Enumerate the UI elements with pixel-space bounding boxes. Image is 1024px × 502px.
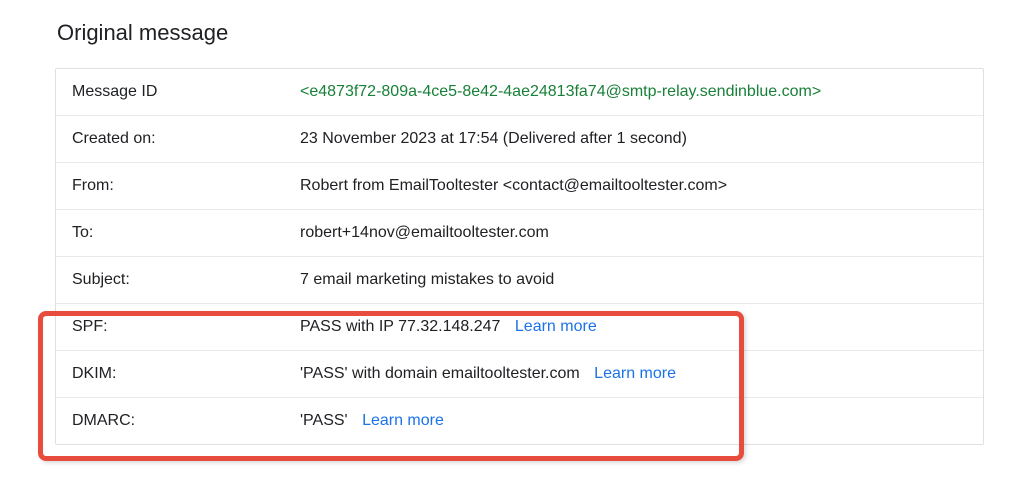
- value-dmarc-text: 'PASS': [300, 412, 348, 429]
- page-title: Original message: [57, 20, 984, 46]
- row-dkim: DKIM: 'PASS' with domain emailtooltester…: [56, 351, 983, 398]
- value-spf: PASS with IP 77.32.148.247 Learn more: [300, 318, 597, 336]
- value-message-id: <e4873f72-809a-4ce5-8e42-4ae24813fa74@sm…: [300, 83, 821, 101]
- value-created-on: 23 November 2023 at 17:54 (Delivered aft…: [300, 130, 687, 148]
- value-from: Robert from EmailTooltester <contact@ema…: [300, 177, 727, 195]
- label-message-id: Message ID: [72, 83, 300, 101]
- label-created-on: Created on:: [72, 130, 300, 148]
- row-message-id: Message ID <e4873f72-809a-4ce5-8e42-4ae2…: [56, 69, 983, 116]
- label-spf: SPF:: [72, 318, 300, 336]
- message-headers-table: Message ID <e4873f72-809a-4ce5-8e42-4ae2…: [55, 68, 984, 445]
- row-from: From: Robert from EmailTooltester <conta…: [56, 163, 983, 210]
- label-from: From:: [72, 177, 300, 195]
- value-spf-text: PASS with IP 77.32.148.247: [300, 318, 500, 335]
- value-dkim: 'PASS' with domain emailtooltester.com L…: [300, 365, 676, 383]
- row-subject: Subject: 7 email marketing mistakes to a…: [56, 257, 983, 304]
- learn-more-link-spf[interactable]: Learn more: [515, 318, 597, 335]
- row-dmarc: DMARC: 'PASS' Learn more: [56, 398, 983, 444]
- learn-more-link-dmarc[interactable]: Learn more: [362, 412, 444, 429]
- label-dkim: DKIM:: [72, 365, 300, 383]
- value-to: robert+14nov@emailtooltester.com: [300, 224, 549, 242]
- value-dmarc: 'PASS' Learn more: [300, 412, 444, 430]
- label-to: To:: [72, 224, 300, 242]
- label-dmarc: DMARC:: [72, 412, 300, 430]
- row-created-on: Created on: 23 November 2023 at 17:54 (D…: [56, 116, 983, 163]
- label-subject: Subject:: [72, 271, 300, 289]
- row-to: To: robert+14nov@emailtooltester.com: [56, 210, 983, 257]
- value-dkim-text: 'PASS' with domain emailtooltester.com: [300, 365, 580, 382]
- learn-more-link-dkim[interactable]: Learn more: [594, 365, 676, 382]
- row-spf: SPF: PASS with IP 77.32.148.247 Learn mo…: [56, 304, 983, 351]
- value-subject: 7 email marketing mistakes to avoid: [300, 271, 554, 289]
